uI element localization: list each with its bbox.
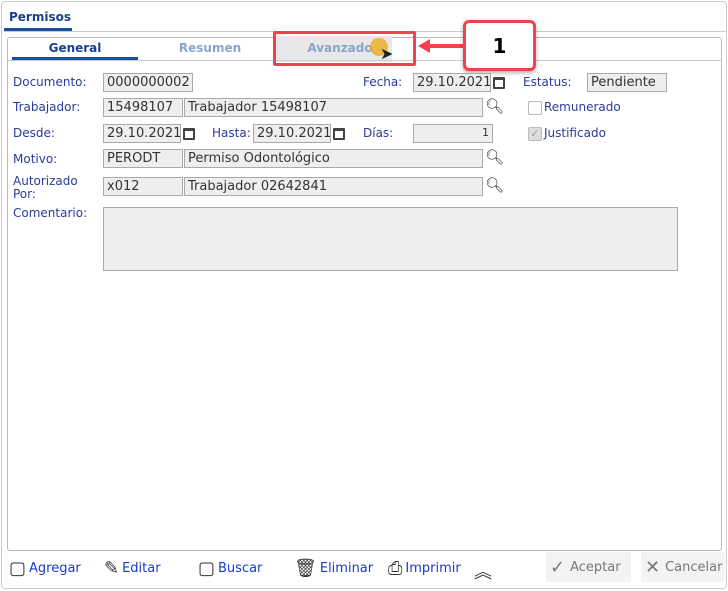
motivo-label: Motivo:: [13, 152, 58, 166]
dias-field: 1: [413, 124, 493, 143]
search-icon[interactable]: 🔍︎: [485, 148, 504, 166]
calendar-icon[interactable]: [333, 128, 345, 140]
remunerado-checkbox[interactable]: [528, 101, 542, 115]
motivo-code-field[interactable]: PERODT: [103, 149, 183, 168]
justificado-checkbox[interactable]: ✓: [528, 127, 542, 141]
printer-icon: ⎙: [388, 558, 403, 579]
arrow-head: [418, 39, 430, 53]
desde-field[interactable]: 29.10.2021: [103, 124, 181, 143]
documento-label: Documento:: [13, 75, 87, 89]
hasta-label: Hasta:: [212, 126, 251, 140]
editar-button[interactable]: ✎ Editar: [104, 558, 161, 579]
fecha-field[interactable]: 29.10.2021: [413, 73, 491, 92]
calendar-icon[interactable]: [493, 77, 505, 89]
trash-icon: 🗑︎: [294, 558, 317, 579]
trabajador-name-field: Trabajador 15498107: [184, 98, 483, 117]
search-icon[interactable]: 🔍︎: [485, 97, 504, 115]
estatus-field: Pendiente: [587, 73, 667, 92]
hasta-field[interactable]: 29.10.2021: [253, 124, 331, 143]
trabajador-label: Trabajador:: [13, 100, 81, 114]
trabajador-code-field[interactable]: 15498107: [103, 98, 183, 117]
search-icon[interactable]: 🔍︎: [485, 176, 504, 194]
dias-label: Días:: [363, 126, 394, 140]
eliminar-label: Eliminar: [319, 561, 374, 576]
autorizado-name-field: Trabajador 02642841: [184, 177, 483, 196]
documento-field[interactable]: 0000000002: [103, 73, 193, 92]
cancelar-button[interactable]: ✕ Cancelar: [641, 552, 725, 582]
callout-badge: 1: [463, 20, 536, 71]
justificado-label: Justificado: [544, 126, 606, 140]
edit-icon: ✎: [104, 558, 120, 579]
buscar-label: Buscar: [218, 561, 263, 576]
close-icon: ✕: [645, 556, 661, 578]
tab-resumen[interactable]: Resumen: [150, 41, 270, 55]
eliminar-button[interactable]: 🗑︎ Eliminar: [294, 558, 373, 579]
double-chevron-up-icon: ︽: [474, 562, 492, 583]
autorizado-label: Autorizado Por:: [13, 174, 78, 201]
agregar-button[interactable]: ▢ Agregar: [9, 558, 81, 579]
tab-general[interactable]: General: [12, 41, 138, 55]
search-document-icon: ▢: [198, 558, 216, 579]
desde-label: Desde:: [13, 126, 55, 140]
agregar-label: Agregar: [29, 561, 81, 576]
tab-permisos[interactable]: Permisos: [9, 10, 71, 24]
add-document-icon: ▢: [9, 558, 27, 579]
buscar-button[interactable]: ▢ Buscar: [198, 558, 262, 579]
collapse-button[interactable]: ︽: [474, 558, 492, 584]
arrow-line: [428, 44, 464, 48]
fecha-label: Fecha:: [363, 75, 403, 89]
comentario-label: Comentario:: [13, 206, 88, 220]
check-icon: ✓: [550, 556, 566, 578]
comentario-textarea[interactable]: [103, 207, 678, 271]
estatus-label: Estatus:: [523, 75, 572, 89]
aceptar-button[interactable]: ✓ Aceptar: [546, 552, 631, 582]
highlight-box: [273, 31, 416, 66]
cancelar-label: Cancelar: [665, 559, 723, 575]
calendar-icon[interactable]: [183, 128, 195, 140]
aceptar-label: Aceptar: [570, 559, 621, 575]
autorizado-code-field[interactable]: x012: [103, 177, 183, 196]
motivo-name-field: Permiso Odontológico: [184, 149, 483, 168]
imprimir-button[interactable]: ⎙ Imprimir: [388, 558, 461, 579]
imprimir-label: Imprimir: [405, 561, 461, 576]
remunerado-label: Remunerado: [544, 100, 621, 114]
editar-label: Editar: [122, 561, 161, 576]
